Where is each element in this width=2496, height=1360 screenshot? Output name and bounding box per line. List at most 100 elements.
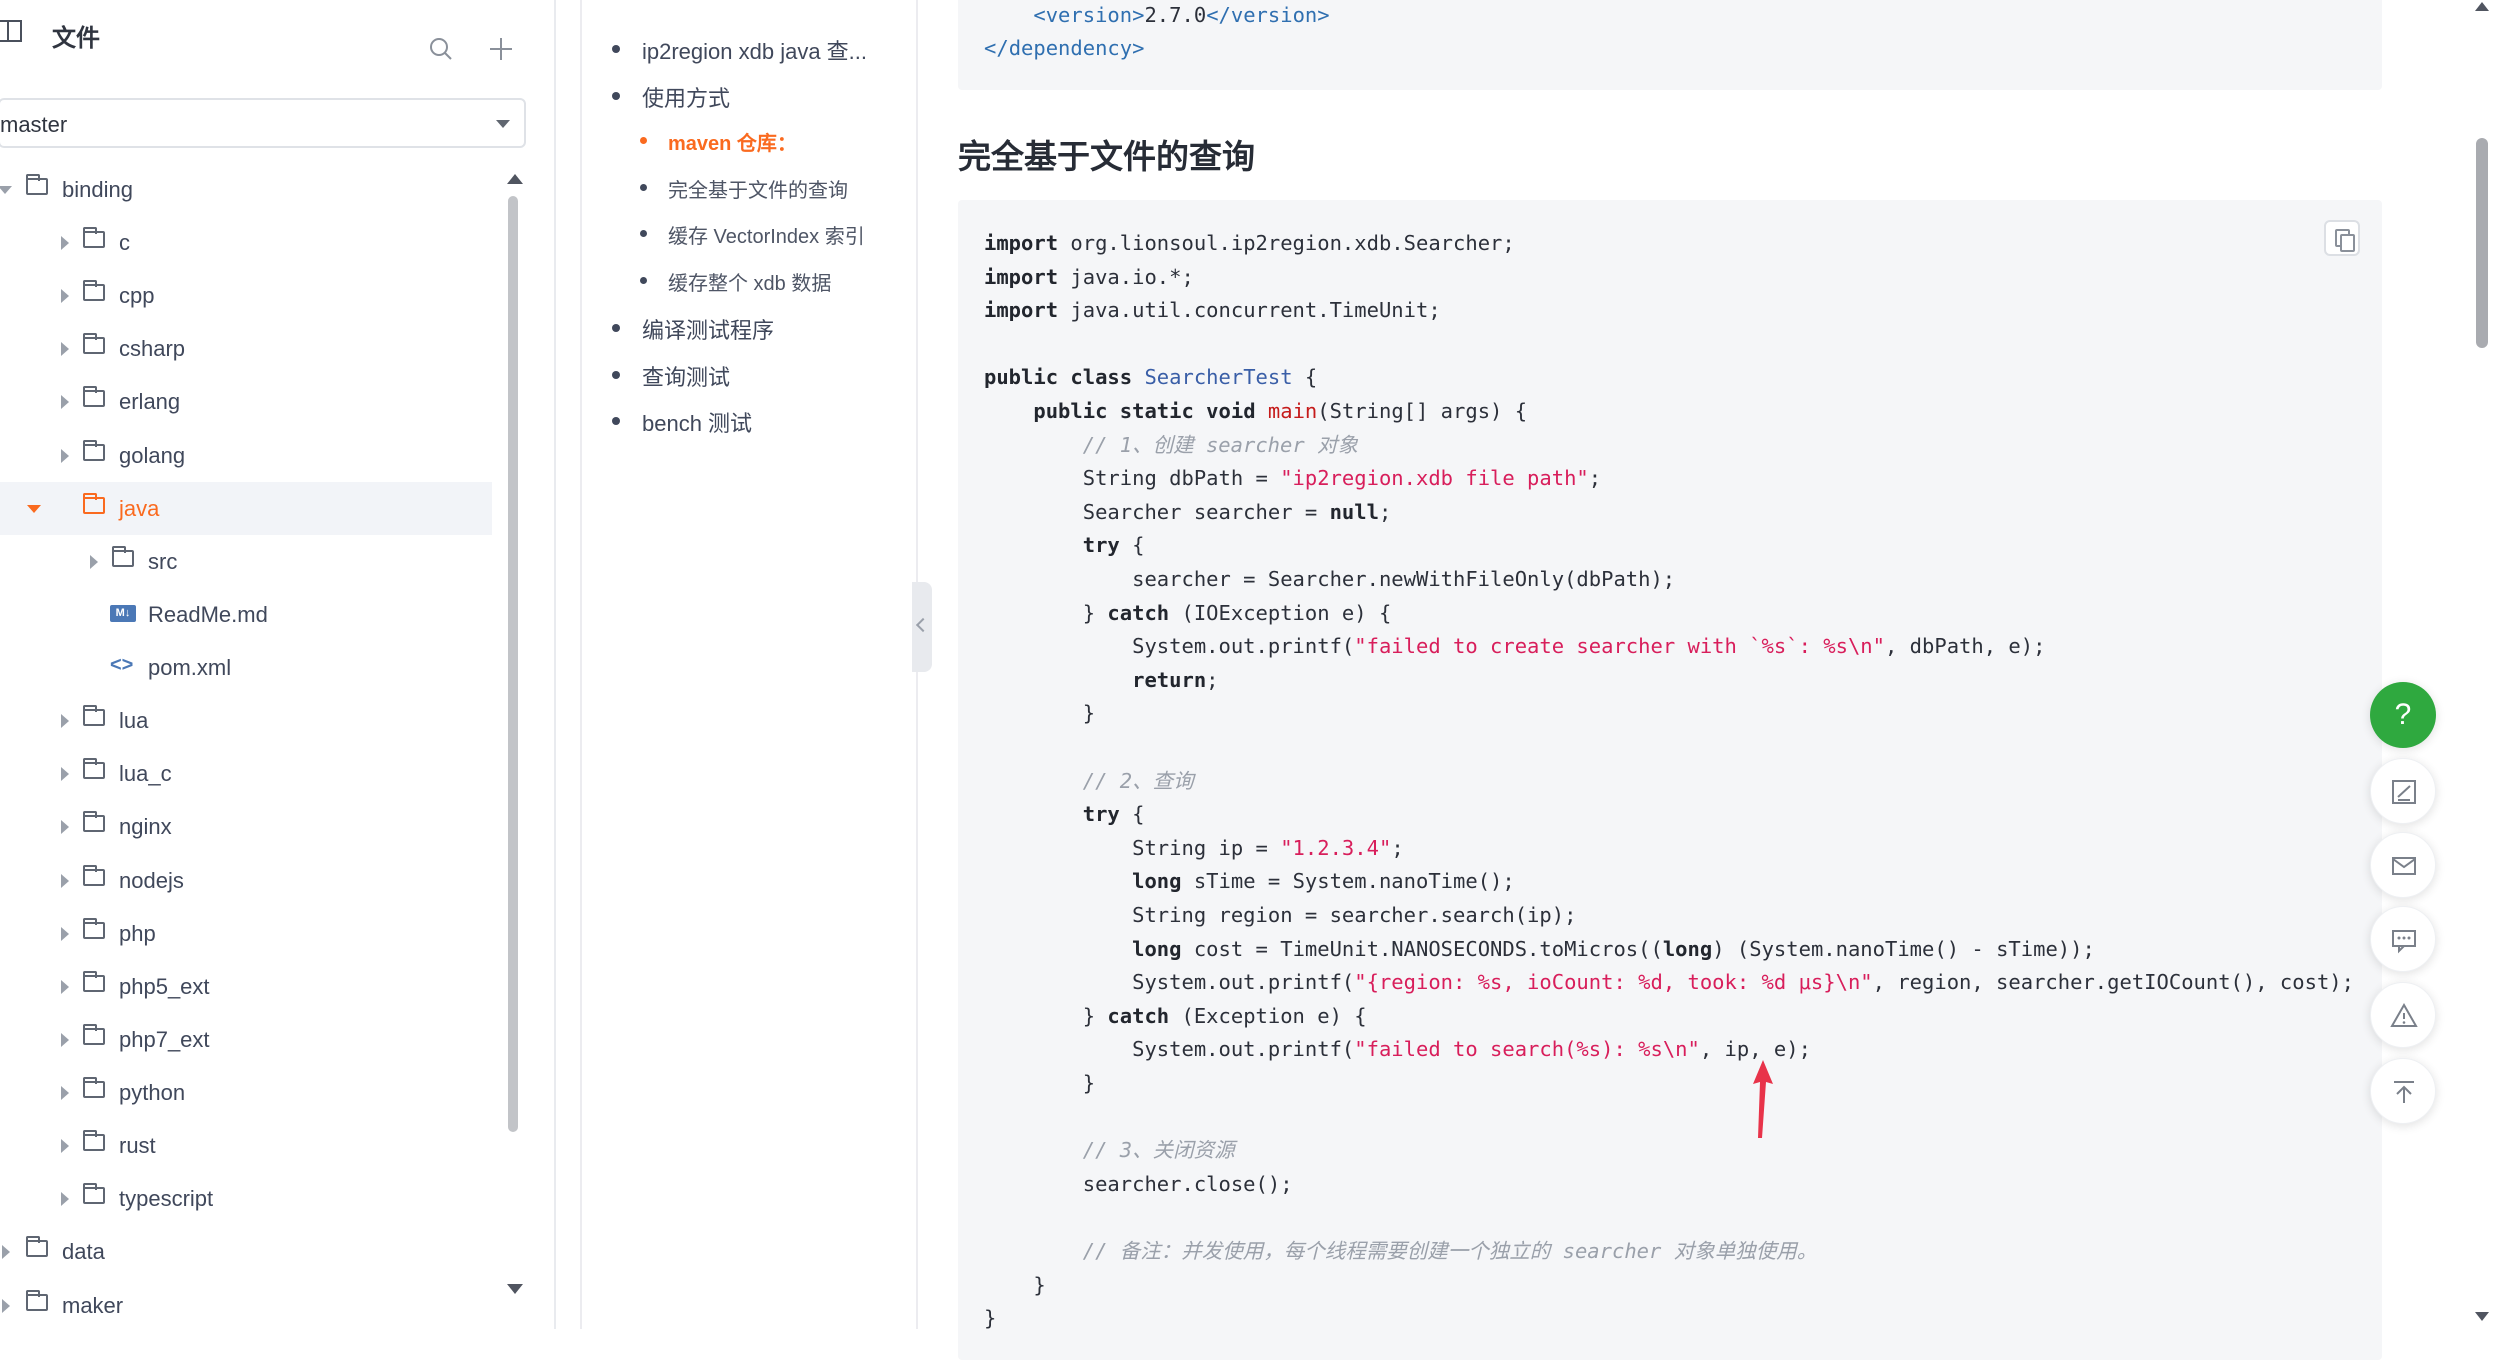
tree-item-c[interactable]: c [0,216,492,269]
tree-item-csharp[interactable]: csharp [0,322,492,375]
tree-item-golang[interactable]: golang [0,429,492,482]
chevron-right-icon[interactable] [61,767,69,782]
chevron-right-icon[interactable] [61,1192,69,1207]
back-to-top-icon [2394,1081,2414,1103]
tree-item-maker[interactable]: maker [0,1279,492,1332]
chevron-right-icon[interactable] [61,714,69,729]
copy-icon[interactable] [2324,220,2360,256]
chevron-down-icon[interactable] [27,504,41,513]
tree-item-label: src [148,548,178,574]
tree-item-data[interactable]: data [0,1225,492,1278]
back-to-top-button[interactable] [2370,1058,2436,1124]
mail-button[interactable] [2370,832,2436,898]
sidebar-toggle-icon[interactable] [0,20,22,42]
bullet-icon [612,417,620,425]
bullet-icon [612,324,620,332]
tree-item-label: typescript [119,1186,214,1212]
tree-item-label: rust [119,1133,156,1159]
toc-item-label: 缓存整个 xdb 数据 [668,272,832,295]
code-line: try { [1082,802,1145,827]
collapse-toc-button[interactable] [912,582,932,672]
folder-icon [83,1077,105,1099]
bullet-icon [640,183,647,191]
folder-icon [83,705,105,727]
bullet-icon [612,91,620,100]
toc-item[interactable]: 缓存整个 xdb 数据 [640,267,832,296]
tree-item-python[interactable]: python [0,1066,492,1119]
tree-item-lua[interactable]: lua [0,694,492,747]
page-scroll-up-arrow[interactable] [2475,2,2489,11]
folder-icon [83,439,105,461]
help-button[interactable]: ? [2370,682,2436,748]
tree-item-label: cpp [119,283,155,309]
chevron-right-icon[interactable] [61,873,69,888]
tree-item-erlang[interactable]: erlang [0,375,492,428]
edit-button[interactable] [2370,758,2436,824]
code-line: searcher = Searcher.newWithFileOnly(dbPa… [984,567,1676,591]
page-scrollbar[interactable] [2476,138,2488,348]
tree-item-readme-md[interactable]: M↓ ReadMe.md [0,588,492,641]
toc-item-label: 查询测试 [642,364,731,390]
chevron-down-icon[interactable] [0,186,12,194]
tree-item-java[interactable]: java [0,481,492,535]
code-line: try { [1082,533,1145,558]
report-button[interactable] [2370,982,2436,1048]
bullet-icon [612,370,620,379]
toc-item[interactable]: 编译测试程序 [612,313,774,345]
chevron-right-icon[interactable] [2,1298,10,1313]
branch-select[interactable]: master [0,98,526,148]
folder-icon [83,864,105,886]
toc-item[interactable]: 缓存 VectorIndex 索引 [640,220,865,249]
toc-item[interactable]: bench 测试 [612,406,752,438]
bullet-icon [640,276,647,284]
chevron-right-icon[interactable] [61,395,69,410]
chevron-right-icon[interactable] [61,820,69,835]
sidebar-scrollbar[interactable] [508,196,518,1132]
tree-item-nodejs[interactable]: nodejs [0,854,492,907]
scroll-down-arrow[interactable] [507,1284,523,1294]
edit-icon [2392,780,2416,804]
folder-icon [83,917,105,939]
toc-item[interactable]: ip2region xdb java 查... [612,34,867,66]
tree-item-label: python [119,1080,186,1106]
chevron-right-icon[interactable] [61,1086,69,1101]
comment-button[interactable] [2370,906,2436,972]
tree-item-src[interactable]: src [0,535,492,588]
main-content: <version>2.7.0</version> </dependency> 完全… [958,0,2438,1360]
chevron-right-icon[interactable] [61,1139,69,1154]
tree-item-nginx[interactable]: nginx [0,800,492,853]
file-sidebar: 文件 master binding c cpp csharp erlang golang j… [0,0,556,1329]
chevron-right-icon[interactable] [61,979,69,994]
chevron-right-icon[interactable] [61,289,69,304]
add-icon[interactable] [488,36,514,62]
chevron-right-icon[interactable] [61,236,69,251]
chevron-right-icon[interactable] [2,1245,10,1260]
tree-item-pom-xml[interactable]: <> pom.xml [0,641,492,694]
folder-icon [83,1023,105,1045]
chevron-right-icon[interactable] [61,1032,69,1047]
toc-item[interactable]: 使用方式 [612,81,730,113]
code-line: String ip = "1.2.3.4"; [984,835,1404,860]
folder-icon [83,333,105,355]
toc-item[interactable]: maven 仓库： [640,127,797,156]
page-scroll-down-arrow[interactable] [2475,1312,2489,1321]
tree-item-rust[interactable]: rust [0,1119,492,1172]
tree-item-lua-c[interactable]: lua_c [0,747,492,800]
code-block-java: import org.lionsoul.ip2region.xdb.Search… [958,200,2382,1360]
tree-item-cpp[interactable]: cpp [0,269,492,322]
scroll-up-arrow[interactable] [507,174,523,184]
tree-item-binding[interactable]: binding [0,163,492,216]
chevron-right-icon[interactable] [61,342,69,357]
tree-item-typescript[interactable]: typescript [0,1172,492,1225]
chevron-right-icon[interactable] [61,926,69,941]
chevron-right-icon[interactable] [90,554,98,569]
folder-icon [83,227,105,249]
toc-item[interactable]: 完全基于文件的查询 [640,174,848,203]
tree-item-php7-ext[interactable]: php7_ext [0,1013,492,1066]
search-icon[interactable] [428,36,454,62]
toc-item[interactable]: 查询测试 [612,360,731,392]
chevron-right-icon[interactable] [61,448,69,463]
tree-item-php[interactable]: php [0,907,492,960]
tree-item-php5-ext[interactable]: php5_ext [0,960,492,1013]
folder-icon [83,280,105,302]
